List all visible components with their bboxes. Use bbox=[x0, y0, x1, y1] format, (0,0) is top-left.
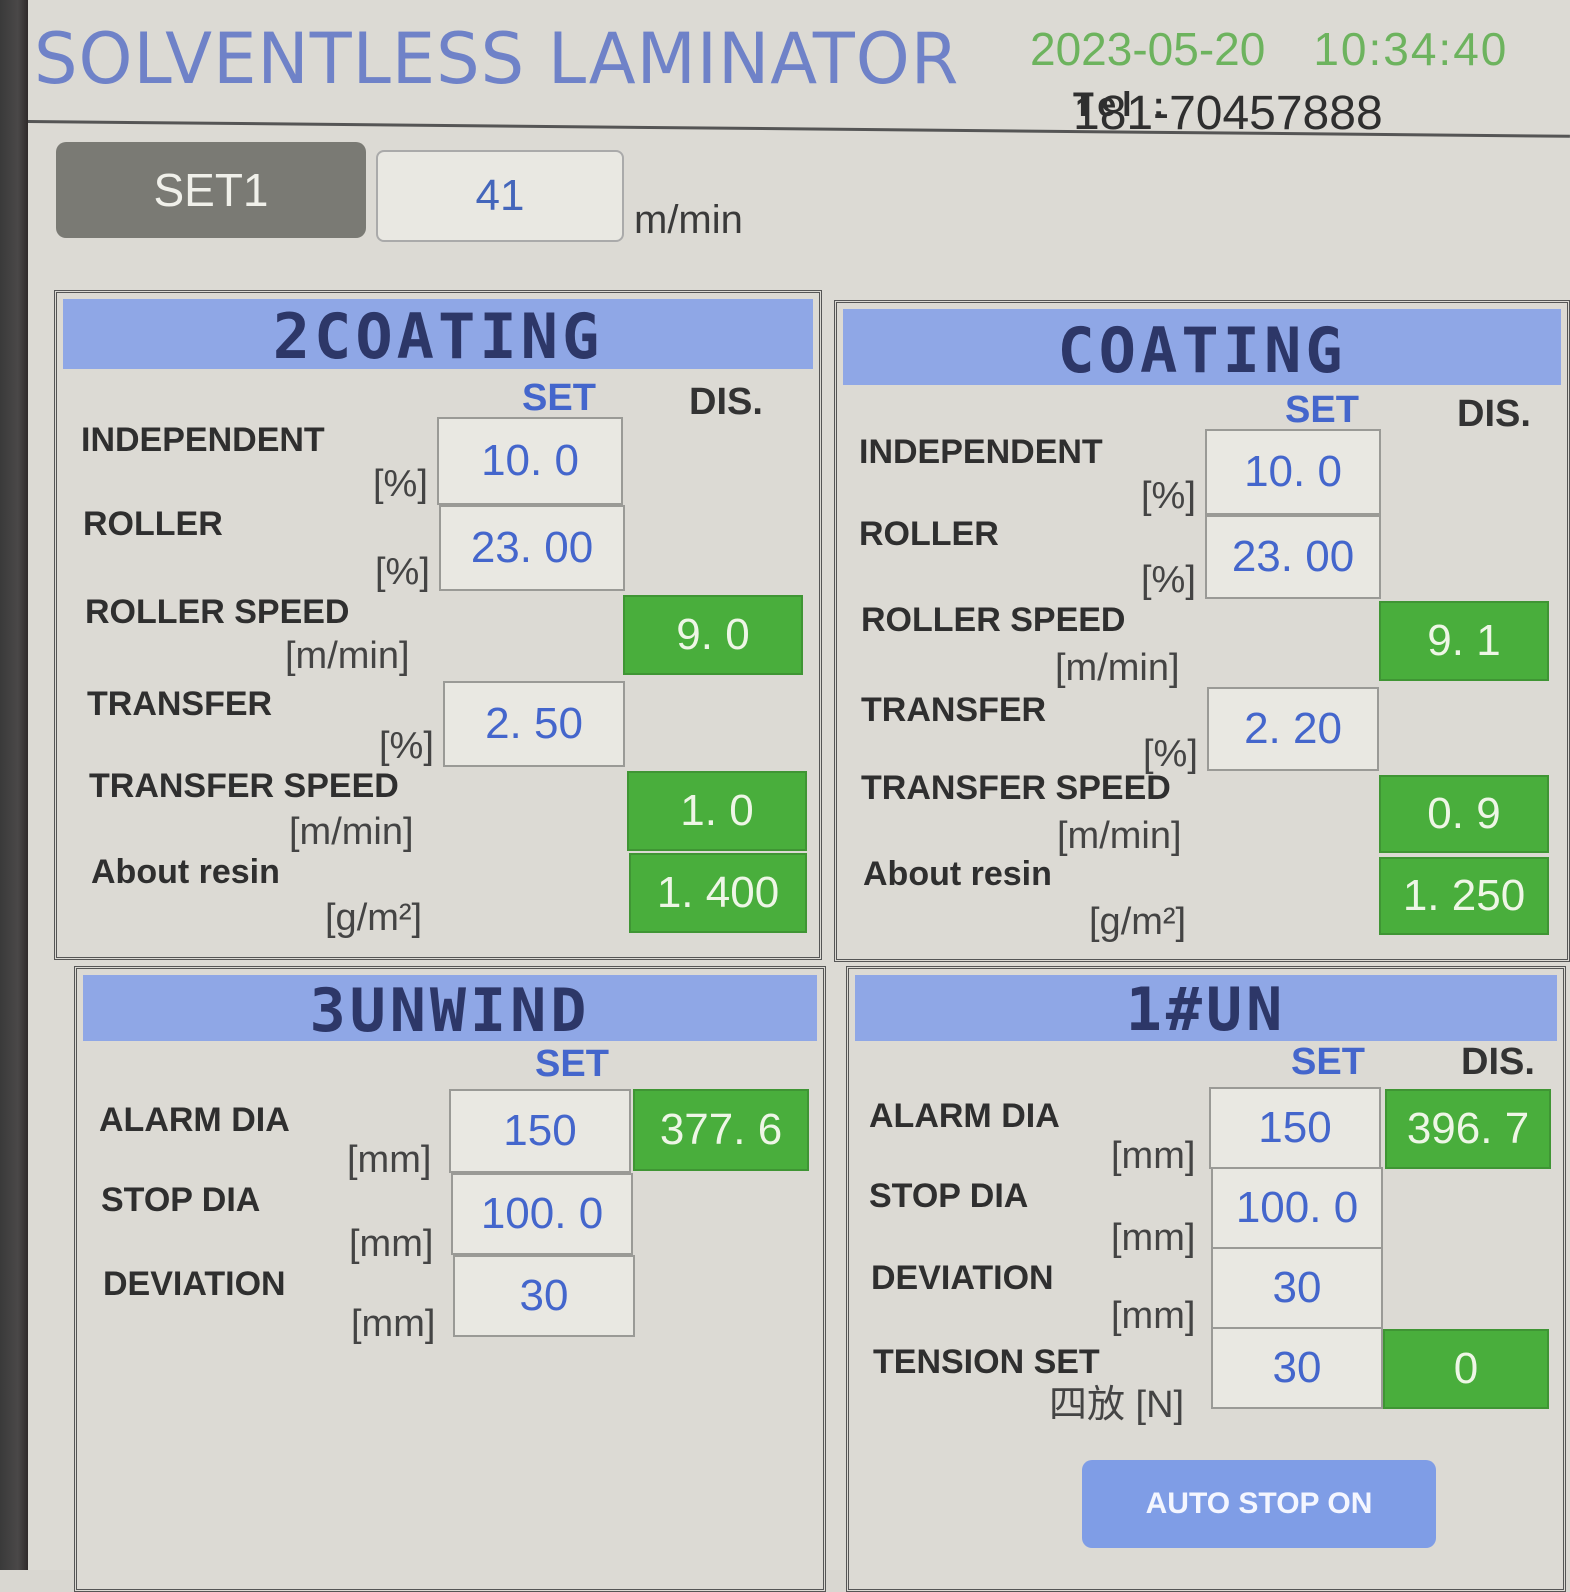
row-unit: [mm] bbox=[1111, 1135, 1196, 1177]
stop-dia-set-input[interactable]: 100. 0 bbox=[1211, 1167, 1383, 1249]
panel-3unwind: 3UNWIND SET ALARM DIA [mm] 150 377. 6 ST… bbox=[74, 966, 826, 1592]
dis-column-header: DIS. bbox=[1457, 393, 1531, 435]
resin-display: 1. 400 bbox=[629, 853, 807, 933]
row-unit: [%] bbox=[373, 463, 428, 505]
row-label: TRANSFER bbox=[87, 685, 273, 723]
time-display: 10:34:40 bbox=[1313, 23, 1509, 75]
row-unit: [mm] bbox=[1111, 1295, 1196, 1337]
roller-speed-display: 9. 0 bbox=[623, 595, 803, 675]
hmi-screen: SOLVENTLESS LAMINATOR 2023-05-20 10:34:40… bbox=[27, 0, 1570, 1592]
row-unit: [g/m²] bbox=[1089, 901, 1187, 943]
row-label: DEVIATION bbox=[871, 1259, 1054, 1297]
deviation-set-input[interactable]: 30 bbox=[453, 1255, 635, 1337]
alarm-dia-set-input[interactable]: 150 bbox=[1209, 1087, 1381, 1169]
transfer-set-input[interactable]: 2. 20 bbox=[1207, 687, 1379, 771]
dis-column-header: DIS. bbox=[1461, 1041, 1535, 1083]
row-label: ROLLER bbox=[83, 505, 223, 543]
row-label: ROLLER SPEED bbox=[861, 601, 1126, 639]
resin-display: 1. 250 bbox=[1379, 857, 1549, 935]
screen-bezel bbox=[0, 0, 30, 1570]
set-column-header: SET bbox=[522, 377, 596, 419]
row-unit: [g/m²] bbox=[325, 897, 423, 939]
independent-set-input[interactable]: 10. 0 bbox=[1205, 429, 1381, 515]
line-speed-unit: m/min bbox=[634, 198, 743, 242]
tension-display: 0 bbox=[1383, 1329, 1549, 1409]
roller-speed-display: 9. 1 bbox=[1379, 601, 1549, 681]
set-column-header: SET bbox=[535, 1043, 609, 1085]
roller-set-input[interactable]: 23. 00 bbox=[439, 505, 625, 591]
row-unit: 四放 [N] bbox=[1049, 1384, 1185, 1426]
panel-2coating: 2COATING SET DIS. INDEPENDENT [%] 10. 0 … bbox=[54, 290, 822, 960]
tel-label: Tel : bbox=[1073, 86, 1171, 124]
row-unit: [m/min] bbox=[289, 811, 414, 853]
roller-set-input[interactable]: 23. 00 bbox=[1205, 515, 1381, 599]
auto-stop-button[interactable]: AUTO STOP ON bbox=[1082, 1460, 1436, 1548]
row-unit: [m/min] bbox=[1057, 815, 1182, 857]
alarm-dia-display: 377. 6 bbox=[633, 1089, 809, 1171]
panel-title: 1#UN bbox=[855, 975, 1557, 1045]
transfer-set-input[interactable]: 2. 50 bbox=[443, 681, 625, 767]
row-unit: [mm] bbox=[1111, 1217, 1196, 1259]
panel-title: 2COATING bbox=[63, 299, 813, 373]
stop-dia-set-input[interactable]: 100. 0 bbox=[451, 1173, 633, 1255]
line-speed-input[interactable]: 41 bbox=[376, 150, 624, 242]
row-unit: [%] bbox=[1141, 559, 1196, 601]
row-unit: [mm] bbox=[349, 1223, 434, 1265]
transfer-speed-display: 0. 9 bbox=[1379, 775, 1549, 853]
panel-coating: COATING SET DIS. INDEPENDENT [%] 10. 0 R… bbox=[834, 300, 1570, 962]
row-label: ROLLER SPEED bbox=[85, 593, 350, 631]
row-label: ALARM DIA bbox=[869, 1097, 1060, 1135]
alarm-dia-set-input[interactable]: 150 bbox=[449, 1089, 631, 1173]
date-display: 2023-05-20 bbox=[1030, 23, 1266, 75]
set1-button[interactable]: SET1 bbox=[56, 142, 366, 238]
alarm-dia-display: 396. 7 bbox=[1385, 1089, 1551, 1169]
row-unit: [%] bbox=[379, 725, 434, 767]
datetime-display: 2023-05-20 10:34:40 bbox=[1030, 22, 1508, 76]
row-label: TRANSFER SPEED bbox=[861, 769, 1171, 807]
row-label: INDEPENDENT bbox=[81, 421, 325, 459]
app-title: SOLVENTLESS LAMINATOR bbox=[34, 18, 960, 100]
independent-set-input[interactable]: 10. 0 bbox=[437, 417, 623, 505]
row-unit: [%] bbox=[1141, 475, 1196, 517]
row-label: STOP DIA bbox=[101, 1181, 261, 1219]
row-label: About resin bbox=[91, 853, 280, 891]
panel-title: 3UNWIND bbox=[83, 975, 817, 1046]
row-label: ALARM DIA bbox=[99, 1101, 290, 1139]
row-label: DEVIATION bbox=[103, 1265, 286, 1303]
tension-set-input[interactable]: 30 bbox=[1211, 1327, 1383, 1409]
row-label: STOP DIA bbox=[869, 1177, 1029, 1215]
row-label: TRANSFER SPEED bbox=[89, 767, 399, 805]
row-label: TRANSFER bbox=[861, 691, 1047, 729]
deviation-set-input[interactable]: 30 bbox=[1211, 1247, 1383, 1329]
row-label: ROLLER bbox=[859, 515, 999, 553]
row-label: INDEPENDENT bbox=[859, 433, 1103, 471]
set-column-header: SET bbox=[1291, 1041, 1365, 1083]
set-column-header: SET bbox=[1285, 389, 1359, 431]
transfer-speed-display: 1. 0 bbox=[627, 771, 807, 851]
row-unit: [mm] bbox=[347, 1139, 432, 1181]
row-unit: [m/min] bbox=[1055, 647, 1180, 689]
row-unit: [m/min] bbox=[285, 635, 410, 677]
row-unit: [mm] bbox=[351, 1303, 436, 1345]
row-label: About resin bbox=[863, 855, 1052, 893]
panel-title: COATING bbox=[843, 309, 1561, 387]
row-unit: [%] bbox=[375, 551, 430, 593]
dis-column-header: DIS. bbox=[689, 381, 763, 423]
